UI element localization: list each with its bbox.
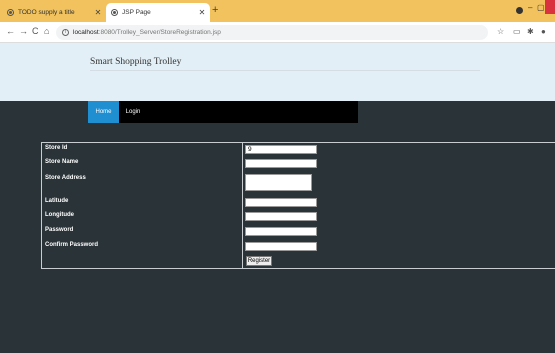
store-id-label: Store Id	[45, 145, 68, 151]
nav-home[interactable]: Home	[88, 101, 119, 123]
minimize-button[interactable]: –	[528, 3, 532, 12]
close-icon[interactable]: ✕	[93, 8, 103, 17]
url-path: :8080/Trolley_Server/StoreRegistration.j…	[98, 29, 221, 36]
form-column-divider	[242, 142, 243, 269]
media-icon[interactable]: ▭	[513, 27, 521, 36]
close-icon[interactable]: ✕	[197, 8, 207, 17]
extensions-icon[interactable]: ✱	[527, 27, 534, 36]
globe-icon	[111, 9, 118, 16]
confirm-password-input[interactable]	[245, 242, 317, 251]
password-label: Password	[45, 227, 74, 233]
store-address-textarea[interactable]	[245, 174, 312, 191]
latitude-label: Latitude	[45, 198, 69, 204]
info-icon[interactable]: i	[62, 29, 69, 36]
header-divider	[90, 70, 480, 71]
reload-button[interactable]: C	[32, 26, 39, 36]
globe-icon	[7, 9, 14, 16]
register-button[interactable]: Register	[246, 256, 272, 266]
back-button[interactable]: ←	[6, 26, 15, 36]
confirm-password-label: Confirm Password	[45, 242, 99, 248]
new-tab-button[interactable]: +	[212, 4, 218, 16]
account-icon[interactable]: ●	[541, 27, 546, 36]
main-nav: Home Login	[88, 101, 358, 123]
maximize-button[interactable]: ▢	[537, 3, 545, 12]
store-name-label: Store Name	[45, 159, 79, 165]
browser-tab-todo[interactable]: TODO supply a title ✕	[2, 3, 106, 22]
bookmark-star-icon[interactable]: ☆	[497, 27, 504, 36]
latitude-input[interactable]	[245, 198, 317, 207]
address-bar[interactable]: i localhost:8080/Trolley_Server/StoreReg…	[56, 25, 488, 40]
longitude-label: Longitude	[45, 212, 74, 218]
store-id-input[interactable]	[245, 145, 317, 154]
browser-tab-jsp-page[interactable]: JSP Page ✕	[106, 3, 210, 22]
home-button[interactable]: ⌂	[44, 26, 49, 36]
browser-toolbar: ← → C ⌂ i localhost:8080/Trolley_Server/…	[0, 22, 555, 43]
url-host: localhost	[73, 29, 99, 36]
site-title: Smart Shopping Trolley	[90, 57, 182, 67]
store-name-input[interactable]	[245, 159, 317, 168]
password-input[interactable]	[245, 227, 317, 236]
nav-login[interactable]: Login	[119, 101, 147, 123]
site-header	[0, 43, 555, 101]
window-close-button[interactable]	[545, 0, 555, 14]
tab-title: TODO supply a title	[18, 9, 75, 16]
browser-tab-strip: TODO supply a title ✕ JSP Page ✕ + – ▢	[0, 0, 555, 22]
tab-title: JSP Page	[122, 9, 151, 16]
store-address-label: Store Address	[45, 175, 86, 181]
longitude-input[interactable]	[245, 212, 317, 221]
forward-button[interactable]: →	[19, 26, 28, 36]
profile-icon[interactable]	[516, 7, 523, 14]
